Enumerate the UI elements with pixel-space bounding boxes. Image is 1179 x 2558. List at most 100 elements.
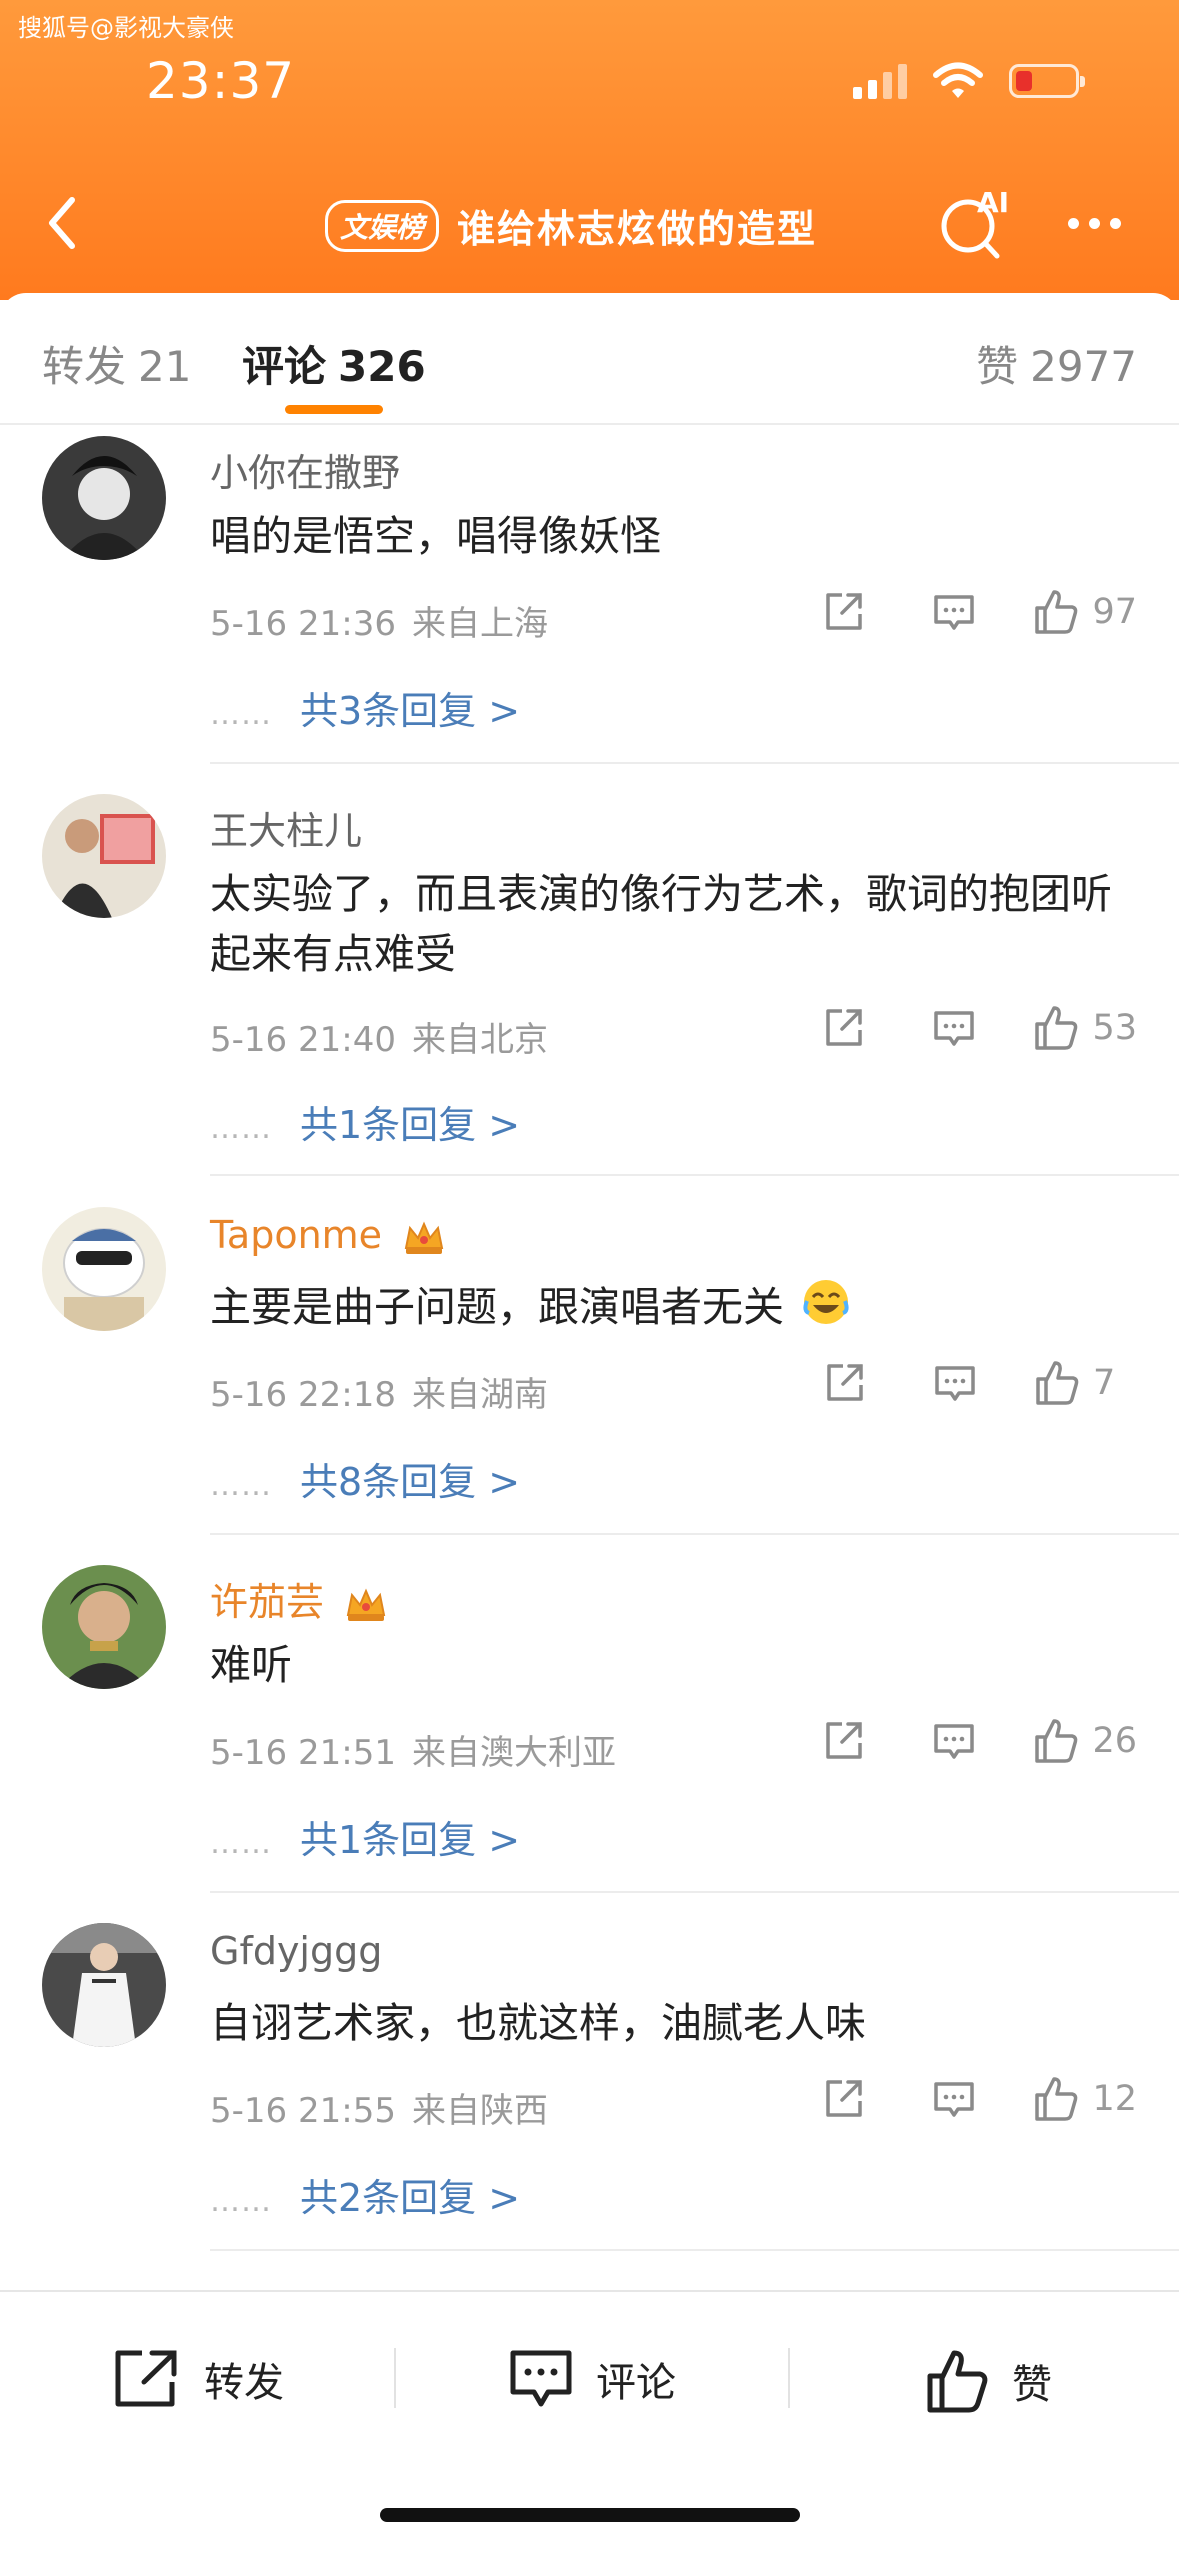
share-icon (826, 2080, 863, 2117)
rank-badge[interactable]: 文娱榜 (325, 199, 440, 252)
comment-item: 小你在撒野 唱的是悟空，唱得像妖怪 5-16 21:36 来自上海 97 …… 共3… (0, 436, 1179, 764)
reply-count: 共1条回复 > (300, 1818, 521, 1862)
vip-crown-icon (404, 1220, 444, 1254)
comment-item: 王大柱儿 太实验了，而且表演的像行为艺术，歌词的抱团听起来有点难受 5-16 2… (0, 794, 1179, 1176)
view-replies-link[interactable]: …… 共2条回复 > (210, 2167, 520, 2222)
tab-like-label: 赞 (976, 342, 1019, 391)
vip-crown-icon (346, 1587, 386, 1621)
thumbs-up-icon (1035, 590, 1078, 634)
bottom-comment-button[interactable]: 评论 (508, 2348, 676, 2410)
tab-repost-count: 21 (138, 342, 192, 391)
comment-date: 5-16 21:55 (210, 2091, 396, 2131)
comment-text-content: 主要是曲子问题，跟演唱者无关 (210, 1283, 784, 1331)
comment-location: 来自陕西 (411, 2091, 548, 2131)
comment-actions: 97 (822, 588, 1137, 636)
bottom-repost-label: 转发 (204, 2360, 284, 2406)
comment-text: 唱的是悟空，唱得像妖怪 (210, 512, 661, 560)
bottom-separator (788, 2348, 790, 2408)
share-icon (826, 593, 863, 630)
avatar[interactable] (42, 1207, 166, 1331)
bottom-separator (394, 2348, 396, 2408)
comment-username[interactable]: 许茄芸 (210, 1571, 388, 1626)
repost-icon (115, 2350, 177, 2407)
avatar[interactable] (42, 1565, 166, 1689)
avatar[interactable] (42, 794, 166, 918)
like-button[interactable]: 97 (1032, 588, 1137, 636)
comment-meta: 5-16 21:40 来自北京 (210, 1012, 548, 1061)
like-count: 7 (1093, 1363, 1116, 1403)
comment-date: 5-16 21:40 (210, 1020, 396, 1060)
share-button[interactable] (822, 2077, 866, 2121)
page-title: 谁给林志炫做的造型 (457, 207, 818, 251)
reply-button[interactable] (932, 1006, 976, 1050)
comment-date: 5-16 21:36 (210, 604, 396, 644)
active-tab-indicator (285, 405, 383, 414)
like-count: 97 (1092, 592, 1137, 632)
like-button[interactable]: 53 (1032, 1004, 1137, 1052)
reply-count: 共3条回复 > (300, 689, 521, 733)
comment-username[interactable]: Gfdyjggg (210, 1929, 382, 1973)
back-icon[interactable] (36, 188, 96, 258)
view-replies-link[interactable]: …… 共3条回复 > (210, 680, 520, 735)
bottom-like-button[interactable]: 赞 (924, 2348, 1052, 2414)
comment-date: 5-16 21:51 (210, 1733, 396, 1773)
comment-icon (934, 1011, 975, 1046)
tab-repost[interactable]: 转发 21 (42, 333, 191, 394)
ai-search-button[interactable]: AI (935, 186, 1015, 266)
username-text: 许茄芸 (210, 1580, 325, 1624)
comment-text: 太实验了，而且表演的像行为艺术，歌词的抱团听起来有点难受 (210, 870, 1112, 978)
comment-icon (934, 1724, 975, 1759)
comment-meta: 5-16 21:36 来自上海 (210, 596, 548, 645)
username-text: Taponme (210, 1213, 383, 1257)
comment-icon (510, 2350, 572, 2407)
view-replies-link[interactable]: …… 共8条回复 > (210, 1451, 520, 1506)
view-replies-link[interactable]: …… 共1条回复 > (210, 1094, 520, 1149)
share-button[interactable] (822, 590, 866, 634)
like-button[interactable]: 7 (1033, 1359, 1137, 1407)
comment-username[interactable]: 小你在撒野 (210, 442, 400, 497)
like-count: 53 (1092, 1008, 1137, 1048)
comment-item: 许茄芸 难听 5-16 21:51 来自澳大利亚 26 …… 共1条回复 > (0, 1565, 1179, 1893)
reply-button[interactable] (932, 590, 976, 634)
thumbs-up-icon (1036, 1361, 1079, 1405)
comment-meta: 5-16 22:18 来自湖南 (210, 1367, 548, 1416)
like-button[interactable]: 26 (1032, 1717, 1137, 1765)
signal-icon (853, 63, 907, 99)
share-button[interactable] (822, 1719, 866, 1763)
like-button[interactable]: 12 (1032, 2075, 1137, 2123)
comment-location: 来自上海 (411, 604, 548, 644)
laugh-cry-emoji-icon (803, 1280, 849, 1324)
view-replies-link[interactable]: …… 共1条回复 > (210, 1809, 520, 1864)
comment-location: 来自湖南 (411, 1375, 548, 1415)
like-count: 26 (1092, 1721, 1137, 1761)
share-icon (827, 1364, 863, 1401)
bottom-repost-button[interactable]: 转发 (112, 2348, 284, 2410)
reply-dots: …… (210, 697, 272, 732)
bottom-like-label: 赞 (1012, 2362, 1052, 2408)
divider (210, 1891, 1179, 1893)
tab-bar: 转发 21 评论 326 赞 2977 (0, 293, 1179, 425)
reply-dots: …… (210, 1111, 272, 1146)
comment-actions: 12 (822, 2075, 1137, 2123)
share-button[interactable] (823, 1361, 867, 1405)
divider (210, 762, 1179, 764)
bottom-comment-label: 评论 (596, 2360, 676, 2406)
comment-date: 5-16 22:18 (210, 1375, 396, 1415)
tab-like[interactable]: 赞 2977 (976, 333, 1137, 394)
reply-button[interactable] (932, 2077, 976, 2121)
comment-meta: 5-16 21:55 来自陕西 (210, 2083, 548, 2132)
comment-username[interactable]: Taponme (210, 1213, 446, 1258)
comment-text: 主要是曲子问题，跟演唱者无关 (210, 1277, 1140, 1337)
tab-repost-label: 转发 (42, 342, 127, 391)
comment-actions: 26 (822, 1717, 1137, 1765)
tab-comment[interactable]: 评论 326 (242, 333, 426, 394)
reply-button[interactable] (932, 1719, 976, 1763)
reply-button[interactable] (933, 1361, 977, 1405)
more-icon[interactable] (1068, 218, 1121, 229)
avatar[interactable] (42, 1923, 166, 2047)
share-button[interactable] (822, 1006, 866, 1050)
comment-icon (935, 1366, 975, 1401)
avatar[interactable] (42, 436, 166, 560)
header: 搜狐号@影视大豪侠 23:37 文娱榜 谁给林志炫做的造型 AI (0, 0, 1179, 300)
comment-username[interactable]: 王大柱儿 (210, 800, 362, 855)
